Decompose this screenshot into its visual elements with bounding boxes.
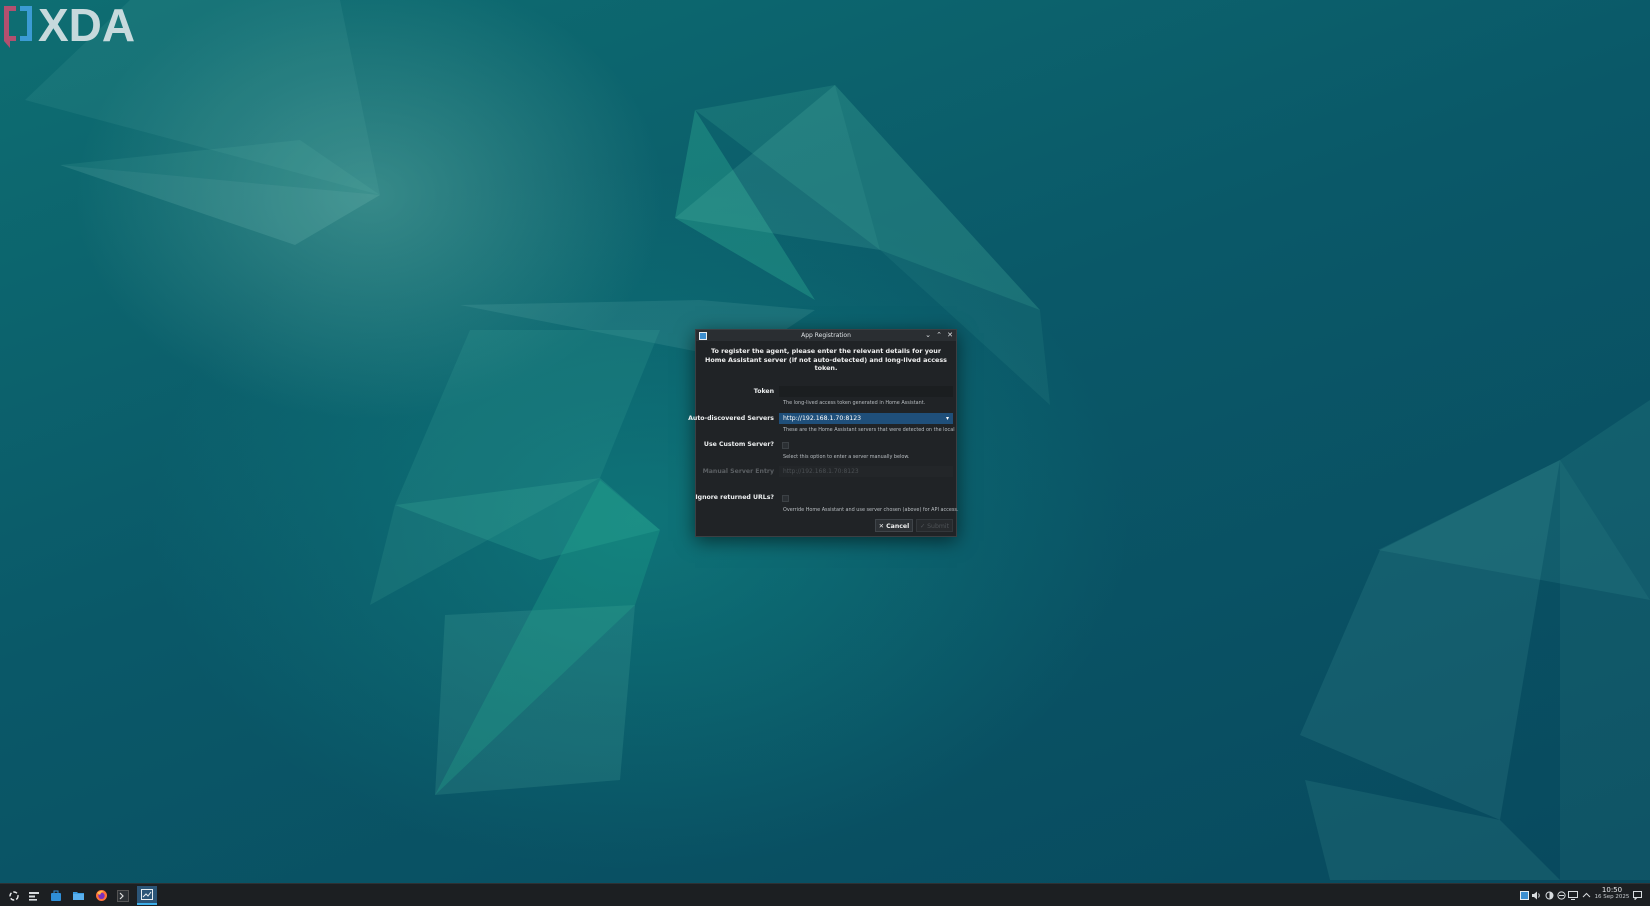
servers-label: Auto-discovered Servers (688, 415, 774, 422)
terminal-icon[interactable] (115, 888, 131, 903)
store-icon[interactable] (48, 888, 64, 903)
ignore-urls-checkbox[interactable] (782, 495, 789, 502)
minimize-icon[interactable]: ⌄ (924, 331, 932, 339)
brightness-icon[interactable] (1544, 890, 1554, 900)
token-help: The long-lived access token generated in… (783, 400, 926, 406)
servers-help: These are the Home Assistant servers tha… (783, 427, 956, 433)
submit-label: Submit (927, 523, 950, 530)
file-manager-icon[interactable] (70, 888, 86, 903)
window-titlebar[interactable]: App Registration ⌄ ⌃ ✕ (696, 330, 956, 341)
application-launcher-icon[interactable] (6, 888, 22, 903)
token-input[interactable] (779, 386, 953, 397)
display-icon[interactable] (1568, 890, 1578, 900)
cancel-button[interactable]: ✕ Cancel (875, 519, 913, 532)
ignore-urls-label: Ignore returned URLs? (695, 494, 774, 501)
taskbar-app-registration[interactable] (137, 886, 157, 905)
token-label: Token (753, 388, 774, 395)
firefox-icon[interactable] (93, 888, 109, 903)
clock-date: 16 Sep 2025 (1594, 894, 1630, 900)
tray-expand-chevron-up-icon[interactable] (1581, 890, 1591, 900)
cancel-label: Cancel (886, 523, 910, 530)
intro-text: To register the agent, please enter the … (705, 347, 947, 372)
clock[interactable]: 10:50 16 Sep 2025 (1594, 886, 1630, 901)
checkmark-icon: ✓ (919, 523, 926, 530)
svg-text:XDA: XDA (38, 0, 135, 48)
maximize-icon[interactable]: ⌃ (935, 331, 943, 339)
custom-server-help: Select this option to enter a server man… (783, 454, 910, 460)
submit-button[interactable]: ✓ Submit (916, 519, 953, 532)
custom-server-label: Use Custom Server? (703, 441, 774, 448)
servers-dropdown[interactable]: http://192.168.1.70:8123 ▾ (779, 413, 953, 424)
window-title: App Registration (801, 332, 851, 339)
network-icon[interactable] (1556, 890, 1566, 900)
servers-selected-value: http://192.168.1.70:8123 (783, 415, 862, 422)
custom-server-checkbox[interactable] (782, 442, 789, 449)
notifications-icon[interactable] (1632, 890, 1642, 900)
tray-app-registration-icon[interactable] (1519, 890, 1529, 900)
volume-icon[interactable] (1531, 890, 1541, 900)
clock-time: 10:50 (1601, 886, 1623, 894)
cancel-icon: ✕ (878, 523, 884, 530)
close-icon[interactable]: ✕ (946, 331, 954, 339)
manual-server-label: Manual Server Entry (702, 468, 774, 475)
taskbar: 10:50 16 Sep 2025 (0, 883, 1650, 906)
manual-server-input[interactable]: http://192.168.1.70:8123 (779, 466, 953, 477)
xda-watermark-logo: XDA (4, 0, 135, 48)
ignore-urls-help: Override Home Assistant and use server c… (783, 507, 959, 513)
app-registration-dialog: App Registration ⌄ ⌃ ✕ To register the a… (688, 329, 959, 537)
overview-icon[interactable] (26, 888, 42, 903)
dropdown-arrow-icon: ▾ (945, 415, 949, 422)
app-registration-icon (141, 889, 153, 900)
